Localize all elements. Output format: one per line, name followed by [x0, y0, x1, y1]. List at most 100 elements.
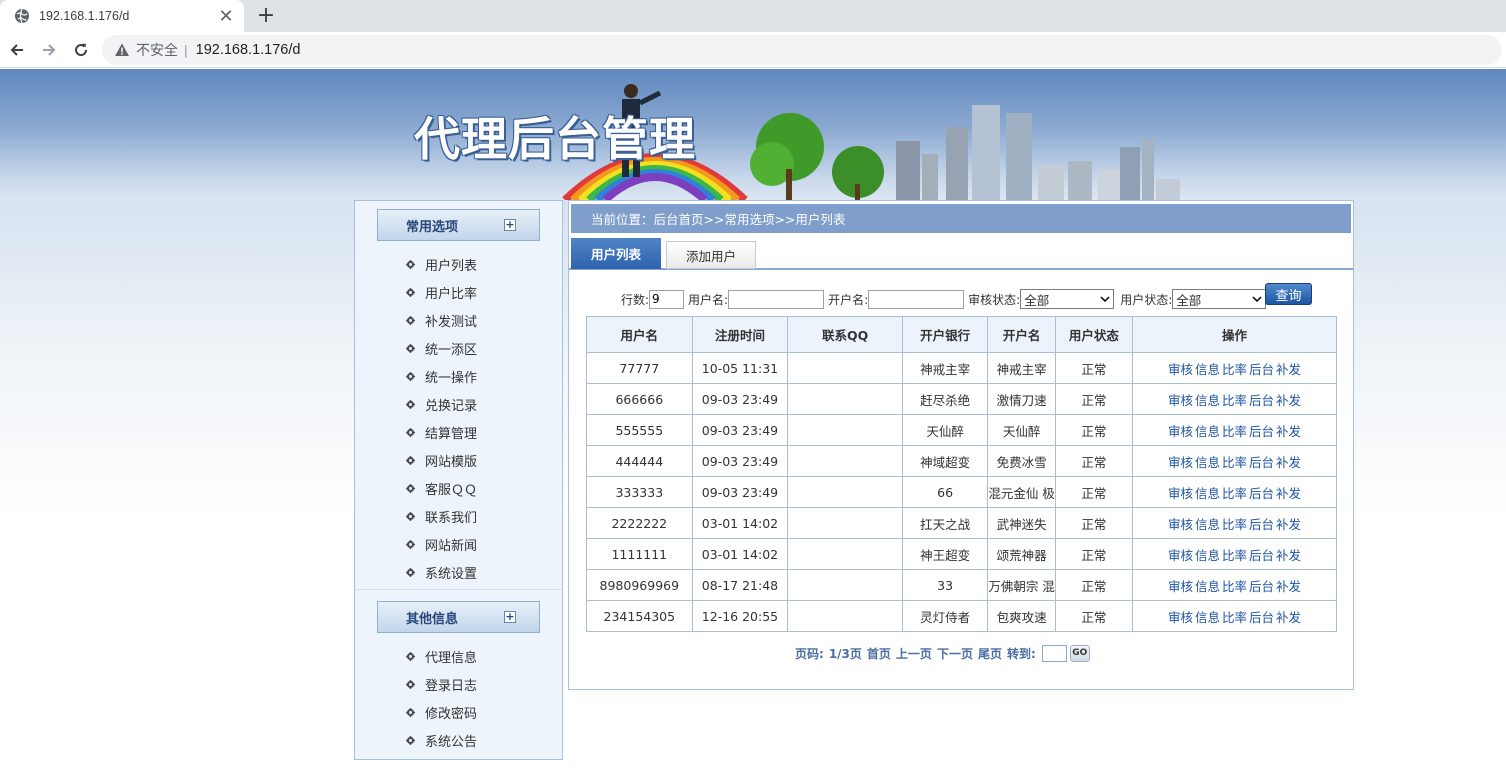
action-rate-link[interactable]: 比率 [1222, 610, 1247, 625]
pager-go-button[interactable]: GO [1069, 644, 1090, 662]
cell-username: 2222222 [586, 507, 693, 539]
query-button[interactable]: 查询 [1265, 283, 1312, 305]
action-info-link[interactable]: 信息 [1195, 548, 1220, 563]
account-name-input[interactable] [868, 289, 965, 309]
action-backend-link[interactable]: 后台 [1249, 517, 1274, 532]
address-bar[interactable]: 不安全 | 192.168.1.176/d [102, 35, 1502, 65]
sidebar-item[interactable]: 修改密码 [355, 698, 562, 726]
breadcrumb: 当前位置：后台首页>>常用选项>>用户列表 [571, 204, 1351, 233]
audit-status-select[interactable]: 全部 [1020, 289, 1115, 309]
sidebar-item[interactable]: 用户列表 [355, 250, 562, 278]
sidebar-item[interactable]: 系统公告 [355, 726, 562, 754]
action-reissue-link[interactable]: 补发 [1276, 393, 1301, 408]
gear-bullet-icon [406, 707, 415, 717]
action-reissue-link[interactable]: 补发 [1276, 610, 1301, 625]
pager-last[interactable]: 尾页 [978, 645, 1002, 662]
sidebar-item[interactable]: 兑换记录 [355, 390, 562, 418]
action-backend-link[interactable]: 后台 [1249, 424, 1274, 439]
sidebar-item[interactable]: 统一添区 [355, 334, 562, 362]
tab-add-user[interactable]: 添加用户 [666, 241, 756, 269]
sidebar-item[interactable]: 联系我们 [355, 502, 562, 530]
action-audit-link[interactable]: 审核 [1168, 610, 1193, 625]
pager-next[interactable]: 下一页 [937, 645, 973, 662]
action-info-link[interactable]: 信息 [1195, 455, 1220, 470]
action-info-link[interactable]: 信息 [1195, 362, 1220, 377]
action-backend-link[interactable]: 后台 [1249, 486, 1274, 501]
action-audit-link[interactable]: 审核 [1168, 455, 1193, 470]
cell-reg-time: 09-03 23:49 [691, 445, 789, 477]
action-audit-link[interactable]: 审核 [1168, 393, 1193, 408]
action-reissue-link[interactable]: 补发 [1276, 486, 1301, 501]
action-rate-link[interactable]: 比率 [1222, 455, 1247, 470]
action-info-link[interactable]: 信息 [1195, 610, 1220, 625]
action-reissue-link[interactable]: 补发 [1276, 548, 1301, 563]
action-rate-link[interactable]: 比率 [1222, 486, 1247, 501]
action-reissue-link[interactable]: 补发 [1276, 362, 1301, 377]
pager-prev[interactable]: 上一页 [896, 645, 932, 662]
browser-tab[interactable]: 192.168.1.176/d ✕ [0, 0, 244, 32]
username-input[interactable] [728, 289, 825, 309]
forward-button[interactable] [35, 36, 63, 64]
action-backend-link[interactable]: 后台 [1249, 579, 1274, 594]
action-audit-link[interactable]: 审核 [1168, 362, 1193, 377]
close-tab-icon[interactable]: ✕ [216, 6, 236, 27]
rows-input[interactable] [649, 289, 685, 309]
sidebar-group-other[interactable]: 其他信息 + [377, 601, 540, 633]
action-audit-link[interactable]: 审核 [1168, 424, 1193, 439]
action-reissue-link[interactable]: 补发 [1276, 455, 1301, 470]
cell-qq [787, 569, 903, 601]
cell-qq [787, 600, 903, 632]
action-info-link[interactable]: 信息 [1195, 579, 1220, 594]
cell-actions: 审核 信息 比率 后台 补发 [1132, 383, 1337, 415]
user-status-select[interactable]: 全部 [1172, 289, 1267, 309]
sidebar-item[interactable]: 网站新闻 [355, 530, 562, 558]
action-rate-link[interactable]: 比率 [1222, 548, 1247, 563]
gear-bullet-icon [406, 287, 415, 297]
action-reissue-link[interactable]: 补发 [1276, 424, 1301, 439]
action-rate-link[interactable]: 比率 [1222, 517, 1247, 532]
action-rate-link[interactable]: 比率 [1222, 579, 1247, 594]
pager-goto-input[interactable] [1041, 644, 1067, 662]
arrow-right-icon [43, 44, 56, 56]
cell-account-name: 神戒主宰 [987, 352, 1056, 384]
cell-reg-time: 10-05 11:31 [691, 352, 789, 384]
sidebar-item[interactable]: 补发测试 [355, 306, 562, 334]
sidebar-item[interactable]: 结算管理 [355, 418, 562, 446]
sidebar-item[interactable]: 登录日志 [355, 670, 562, 698]
expand-plus-icon[interactable]: + [504, 219, 516, 231]
action-backend-link[interactable]: 后台 [1249, 610, 1274, 625]
back-button[interactable] [3, 36, 31, 64]
expand-plus-icon[interactable]: + [504, 611, 516, 623]
action-backend-link[interactable]: 后台 [1249, 455, 1274, 470]
action-audit-link[interactable]: 审核 [1168, 486, 1193, 501]
sidebar-group-common[interactable]: 常用选项 + [377, 209, 540, 241]
action-rate-link[interactable]: 比率 [1222, 362, 1247, 377]
column-header: 用户状态 [1054, 316, 1134, 353]
sidebar-item[interactable]: 网站模版 [355, 446, 562, 474]
sidebar-item[interactable]: 统一操作 [355, 362, 562, 390]
tab-user-list[interactable]: 用户列表 [571, 238, 661, 269]
action-backend-link[interactable]: 后台 [1249, 548, 1274, 563]
sidebar-item[interactable]: 客服ＱＱ [355, 474, 562, 502]
action-reissue-link[interactable]: 补发 [1276, 579, 1301, 594]
sidebar-item[interactable]: 系统设置 [355, 558, 562, 586]
action-rate-link[interactable]: 比率 [1222, 393, 1247, 408]
sidebar-item[interactable]: 代理信息 [355, 642, 562, 670]
action-audit-link[interactable]: 审核 [1168, 548, 1193, 563]
action-backend-link[interactable]: 后台 [1249, 393, 1274, 408]
action-audit-link[interactable]: 审核 [1168, 579, 1193, 594]
action-rate-link[interactable]: 比率 [1222, 424, 1247, 439]
action-info-link[interactable]: 信息 [1195, 393, 1220, 408]
action-info-link[interactable]: 信息 [1195, 517, 1220, 532]
pager-first[interactable]: 首页 [867, 645, 891, 662]
sidebar-divider [355, 589, 562, 590]
action-info-link[interactable]: 信息 [1195, 424, 1220, 439]
action-reissue-link[interactable]: 补发 [1276, 517, 1301, 532]
sidebar-item[interactable]: 用户比率 [355, 278, 562, 306]
arrow-left-icon [10, 44, 23, 56]
new-tab-icon[interactable]: + [254, 3, 278, 28]
reload-button[interactable] [67, 36, 95, 64]
action-audit-link[interactable]: 审核 [1168, 517, 1193, 532]
action-backend-link[interactable]: 后台 [1249, 362, 1274, 377]
action-info-link[interactable]: 信息 [1195, 486, 1220, 501]
